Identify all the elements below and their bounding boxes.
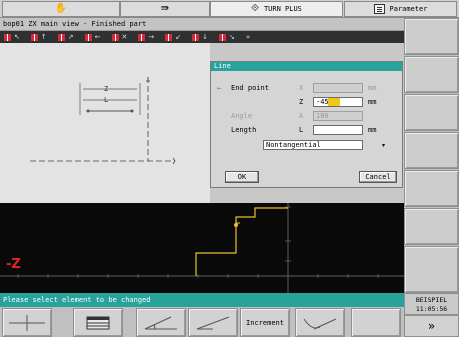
- line-up-icon: [30, 33, 38, 41]
- line-down-tool[interactable]: ↓: [192, 33, 208, 41]
- angle-field[interactable]: 180: [313, 111, 363, 121]
- cycle-icon: ⟐: [251, 3, 259, 14]
- tab-parameter-label: Parameter: [389, 5, 428, 13]
- vsoftkey-6[interactable]: [404, 208, 459, 245]
- line-up-tool[interactable]: ↑: [30, 33, 47, 41]
- tab-turn-plus-label: TURN PLUS: [263, 5, 302, 13]
- vertical-softkeys: [404, 18, 459, 293]
- clock-time: 11:05:56: [415, 305, 448, 313]
- system-info: BEISPIEL 11:05:56: [404, 293, 459, 315]
- dialog-title: Line: [211, 62, 402, 71]
- line-dl-tool[interactable]: ↙: [165, 33, 181, 41]
- row-end-point-x: ← End point X mm: [211, 83, 404, 94]
- softkey-slope[interactable]: [188, 308, 238, 337]
- row-z: Z -45 mm: [211, 97, 404, 108]
- program-name: BEISPIEL: [415, 296, 448, 304]
- z-value: -45: [316, 98, 329, 106]
- ok-button[interactable]: OK: [225, 171, 259, 183]
- tab-program[interactable]: ⇛: [120, 1, 210, 17]
- z-letter: Z: [299, 98, 304, 106]
- table-icon: [86, 316, 110, 329]
- program-icon: ⇛: [160, 3, 170, 14]
- status-line: Please select element to be changed: [0, 293, 404, 307]
- line-dr-tool[interactable]: ↘: [219, 33, 235, 41]
- tangential-select[interactable]: Nontangential: [263, 140, 363, 150]
- tangent-icon: [303, 318, 337, 329]
- row-angle: Angle A 180: [211, 111, 404, 122]
- line-left-icon: [84, 33, 92, 41]
- softkey-empty[interactable]: [351, 308, 401, 337]
- vsoftkey-3[interactable]: [404, 94, 459, 131]
- softkey-increment[interactable]: Increment: [240, 308, 290, 337]
- help-graphic-svg: Z L: [30, 77, 176, 165]
- hand-icon: ✋: [54, 3, 68, 14]
- line-right-icon: [138, 33, 146, 41]
- help-graphic: Z L: [0, 43, 210, 203]
- z-field[interactable]: -45: [313, 97, 363, 107]
- line-any-tool[interactable]: ✕: [111, 33, 127, 41]
- vsoftkey-5[interactable]: [404, 170, 459, 207]
- slope-icon: [196, 316, 230, 329]
- svg-text:Z: Z: [104, 85, 108, 93]
- line-tool-icon: [4, 33, 11, 41]
- reference-line-icon: [9, 314, 45, 331]
- arrow-icon: ←: [217, 85, 223, 92]
- mode-tab-bar: ✋ ⇛ ⟐ TURN PLUS Parameter: [0, 0, 459, 18]
- document-icon: [373, 4, 385, 14]
- horizontal-softkeys: Increment: [0, 307, 404, 337]
- row-tangential: Nontangential ▾: [211, 140, 404, 151]
- softkey-reference-line[interactable]: [2, 308, 52, 337]
- line-tool[interactable]: ↖: [4, 33, 20, 41]
- vsoftkey-2[interactable]: [404, 56, 459, 93]
- end-point-label: End point: [231, 84, 269, 92]
- line-right-tool[interactable]: →: [138, 33, 154, 41]
- line-dr-icon: [219, 33, 226, 41]
- next-softkey-bar[interactable]: »: [404, 315, 459, 337]
- dropdown-icon[interactable]: ▾: [382, 140, 385, 151]
- line-left-tool[interactable]: ←: [84, 33, 101, 41]
- l-letter: L: [299, 126, 304, 134]
- more-icon: »: [245, 33, 251, 41]
- contour-svg: [0, 203, 404, 293]
- length-label: Length: [231, 126, 257, 134]
- angle-icon: [144, 316, 177, 329]
- softkey-angle[interactable]: [136, 308, 186, 337]
- line-diag-tool[interactable]: ↗: [57, 33, 74, 41]
- tab-manual[interactable]: ✋: [2, 1, 120, 17]
- row-length: Length L mm: [211, 125, 404, 136]
- softkey-tangent[interactable]: [295, 308, 345, 337]
- angle-label: Angle: [231, 112, 253, 120]
- z-axis-label: -Z: [6, 257, 21, 272]
- vsoftkey-4[interactable]: [404, 132, 459, 169]
- line-dl-icon: [165, 33, 173, 41]
- length-field[interactable]: [313, 125, 363, 135]
- x-field[interactable]: [313, 83, 363, 93]
- tab-turn-plus[interactable]: ⟐ TURN PLUS: [210, 1, 343, 17]
- contour-toolbar: ↖ ↑ ↗ ← ✕ → ↙ ↓ ↘ »: [0, 31, 404, 43]
- a-letter: A: [299, 112, 304, 120]
- input-cursor: [328, 98, 340, 106]
- contour-graphics[interactable]: -Z: [0, 203, 404, 293]
- x-letter: X: [299, 84, 304, 92]
- line-diag-icon: [57, 33, 65, 41]
- z-unit: mm: [368, 98, 377, 106]
- vsoftkey-7[interactable]: [404, 246, 459, 293]
- line-any-icon: [111, 33, 119, 41]
- line-dialog: Line ← End point X mm Z -45 mm Angle A 1…: [210, 61, 403, 188]
- view-title: bop01 ZX main view - Finished part: [0, 18, 404, 31]
- svg-text:L: L: [104, 96, 108, 104]
- softkey-table[interactable]: [73, 308, 123, 337]
- length-unit: mm: [368, 126, 377, 134]
- tab-parameter[interactable]: Parameter: [344, 1, 457, 17]
- cancel-button[interactable]: Cancel: [359, 171, 397, 183]
- vsoftkey-1[interactable]: [404, 18, 459, 55]
- line-down-icon: [192, 33, 200, 41]
- x-unit: mm: [368, 84, 377, 92]
- toolbar-more[interactable]: »: [246, 33, 250, 41]
